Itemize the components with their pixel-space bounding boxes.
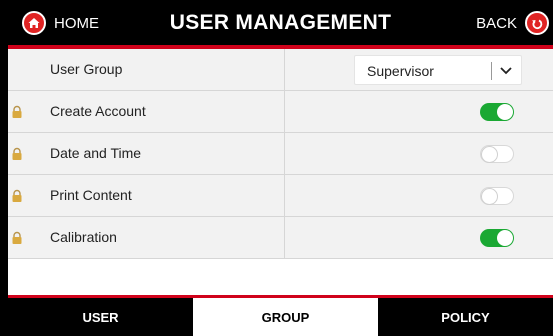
chevron-down-icon [500, 67, 512, 75]
select-divider [491, 62, 492, 80]
toggle-knob [497, 230, 513, 246]
settings-list: User Group Supervisor Create Account Dat… [8, 49, 553, 295]
row-label: Print Content [50, 187, 132, 203]
toggle-knob [481, 146, 498, 163]
tab-group[interactable]: GROUP [193, 298, 378, 336]
lock-icon [12, 147, 22, 160]
toggle-knob [497, 104, 513, 120]
row-date-time: Date and Time [8, 133, 553, 175]
home-label: HOME [54, 14, 99, 32]
date-time-toggle[interactable] [480, 145, 514, 163]
header-bar: HOME USER MANAGEMENT BACK [8, 0, 553, 46]
user-group-select[interactable]: Supervisor [354, 55, 522, 85]
back-label: BACK [476, 14, 517, 32]
lock-icon [12, 189, 22, 202]
row-label: Date and Time [50, 145, 142, 161]
row-label: User Group [50, 61, 123, 77]
create-account-toggle[interactable] [480, 103, 514, 121]
lock-icon [12, 231, 22, 244]
row-calibration: Calibration [8, 217, 553, 259]
back-arrow-icon [525, 11, 549, 35]
home-icon [22, 11, 46, 35]
app-frame: HOME USER MANAGEMENT BACK User Group Sup… [8, 0, 553, 336]
row-user-group: User Group Supervisor [8, 49, 553, 91]
user-group-value: Supervisor [367, 63, 434, 79]
print-content-toggle[interactable] [480, 187, 514, 205]
row-create-account: Create Account [8, 91, 553, 133]
lock-icon [12, 105, 22, 118]
tab-policy[interactable]: POLICY [378, 298, 553, 336]
tab-user[interactable]: USER [8, 298, 193, 336]
home-button[interactable]: HOME [22, 10, 99, 36]
row-print-content: Print Content [8, 175, 553, 217]
row-label: Calibration [50, 229, 117, 245]
calibration-toggle[interactable] [480, 229, 514, 247]
toggle-knob [481, 188, 498, 205]
bottom-tab-bar: USER GROUP POLICY [8, 298, 553, 336]
row-label: Create Account [50, 103, 146, 119]
back-button[interactable]: BACK [476, 10, 549, 36]
